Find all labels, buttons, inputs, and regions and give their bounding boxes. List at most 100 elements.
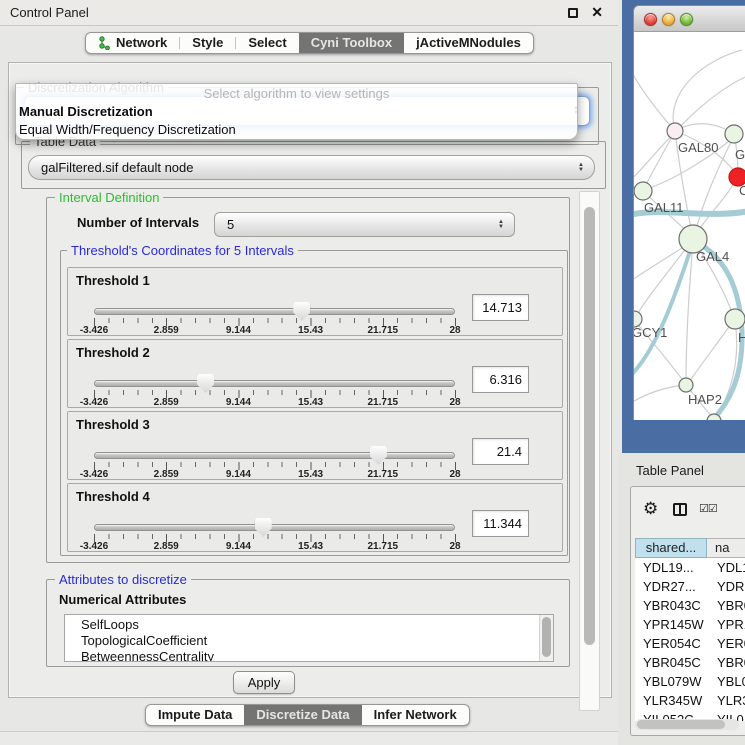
table-row[interactable]: YLR345WYLR3 — [635, 691, 745, 710]
label-gal80: GAL80 — [678, 140, 718, 155]
tab-infer-network[interactable]: Infer Network — [362, 705, 469, 725]
tab-style[interactable]: Style — [180, 33, 235, 53]
slider-tick-label: 9.144 — [226, 469, 251, 480]
close-icon[interactable]: ✕ — [591, 4, 603, 21]
popup-option-equal-width-frequency[interactable]: Equal Width/Frequency Discretization — [16, 121, 577, 139]
cyni-toolbox-panel: Discretization Algorithm ▲▼ Select algor… — [8, 62, 612, 698]
table-row[interactable]: YPR145WYPR1 — [635, 615, 745, 634]
table-horizontal-scrollbar[interactable] — [635, 719, 739, 730]
numerical-attributes-label: Numerical Attributes — [59, 592, 186, 607]
threshold-slider-track[interactable] — [94, 380, 455, 387]
columns-icon[interactable] — [673, 503, 687, 516]
table-header-row: shared... na — [635, 538, 745, 558]
attribute-list-item[interactable]: TopologicalCoefficient — [65, 633, 553, 649]
column-header-name[interactable]: na — [707, 538, 745, 558]
table-panel-area: Table Panel ⚙ ☑☑ shared... na YDL19...YD… — [618, 453, 745, 745]
table-row[interactable]: YER054CYER0 — [635, 634, 745, 653]
threshold-panel: Threshold 4-3.4262.8599.14415.4321.71528… — [67, 483, 563, 552]
threshold-value-field[interactable]: 21.4 — [472, 438, 529, 465]
attribute-list-item[interactable]: BetweennessCentrality — [65, 649, 553, 662]
panel-vertical-scrollbar[interactable] — [579, 191, 600, 711]
table-panel-title: Table Panel — [636, 463, 704, 478]
attributes-group: Attributes to discretize Numerical Attri… — [46, 579, 570, 667]
slider-tick-label: 2.859 — [154, 541, 179, 552]
cell-shared-name: YPR145W — [635, 615, 707, 634]
threshold-value-field[interactable]: 14.713 — [472, 294, 529, 321]
table-data-combobox[interactable]: galFiltered.sif default node ▲▼ — [28, 155, 595, 180]
checkbox-icons[interactable]: ☑☑ — [699, 502, 717, 515]
cell-shared-name: YDR27... — [635, 577, 707, 596]
column-header-shared-name[interactable]: shared... — [635, 538, 707, 558]
bottom-tab-bar: Impute Data Discretize Data Infer Networ… — [145, 704, 470, 726]
slider-tick-label: 21.715 — [368, 325, 399, 336]
threshold-slider-track[interactable] — [94, 452, 455, 459]
minimize-traffic-light[interactable] — [662, 13, 675, 26]
cell-shared-name: YER054C — [635, 634, 707, 653]
attributes-list-scrollbar[interactable] — [539, 615, 553, 661]
table-row[interactable]: YBR045CYBR0 — [635, 653, 745, 672]
slider-tick-label: -3.426 — [80, 469, 108, 480]
node-gal80[interactable] — [667, 123, 683, 139]
cell-name: YBR0 — [707, 596, 745, 615]
popup-placeholder-item: Select algorithm to view settings — [16, 84, 577, 103]
node-gal11[interactable] — [634, 182, 652, 200]
tab-impute-data[interactable]: Impute Data — [146, 705, 244, 725]
table-row[interactable]: YBR043CYBR0 — [635, 596, 745, 615]
slider-tick-label: 21.715 — [368, 469, 399, 480]
cell-name: YLR3 — [707, 691, 745, 710]
threshold-value-field[interactable]: 6.316 — [472, 366, 529, 393]
table-row[interactable]: YDR27...YDR2 — [635, 577, 745, 596]
table-row[interactable]: YDL19...YDL1 — [635, 558, 745, 577]
number-of-intervals-combobox[interactable]: 5 ▲▼ — [214, 212, 515, 237]
cell-shared-name: YBR045C — [635, 653, 707, 672]
slider-major-ticks — [94, 390, 456, 398]
network-canvas[interactable]: GAL80 GA C GAL11 GAL4 GCY1 H HAP2 — [634, 32, 745, 420]
network-window-titlebar[interactable] — [634, 6, 745, 32]
tab-discretize-data[interactable]: Discretize Data — [244, 705, 361, 725]
number-of-intervals-value: 5 — [227, 213, 234, 237]
table-row[interactable]: YBL079WYBL0 — [635, 672, 745, 691]
tab-select[interactable]: Select — [236, 33, 298, 53]
slider-tick-label: 9.144 — [226, 541, 251, 552]
threshold-slider-track[interactable] — [94, 308, 455, 315]
slider-tick-label: 15.43 — [298, 469, 323, 480]
slider-tick-label: 28 — [449, 325, 460, 336]
gear-icon[interactable]: ⚙ — [643, 500, 658, 517]
slider-major-ticks — [94, 462, 456, 470]
numerical-attributes-list[interactable]: SelfLoopsTopologicalCoefficientBetweenne… — [64, 614, 554, 662]
apply-button[interactable]: Apply — [233, 671, 295, 694]
label-gal4: GAL4 — [696, 249, 729, 264]
attribute-list-item[interactable]: SelfLoops — [65, 617, 553, 633]
algorithm-dropdown-popup: Select algorithm to view settings Manual… — [15, 83, 578, 140]
slider-tick-label: 9.144 — [226, 325, 251, 336]
node-hap2[interactable] — [679, 378, 693, 392]
slider-major-ticks — [94, 534, 456, 542]
threshold-panel: Threshold 2-3.4262.8599.14415.4321.71528… — [67, 339, 563, 408]
close-traffic-light[interactable] — [644, 13, 657, 26]
tab-jactivemnodules[interactable]: jActiveMNodules — [404, 33, 533, 53]
bottom-strip — [0, 731, 618, 745]
label-ga: GA — [735, 147, 745, 162]
node-table: shared... na YDL19...YDL1YDR27...YDR2YBR… — [635, 538, 745, 721]
table-panel: ⚙ ☑☑ shared... na YDL19...YDL1YDR27...YD… — [630, 486, 745, 736]
tab-jactivemnodules-label: jActiveMNodules — [416, 33, 521, 53]
cell-name: YBL0 — [707, 672, 745, 691]
cell-shared-name: YDL19... — [635, 558, 707, 577]
table-data-combobox-value: galFiltered.sif default node — [41, 156, 193, 180]
threshold-value-field[interactable]: 11.344 — [472, 510, 529, 537]
cell-shared-name: YBL079W — [635, 672, 707, 691]
node-h[interactable] — [725, 309, 745, 329]
combo-arrows-icon: ▲▼ — [498, 220, 504, 230]
control-panel: Control Panel ✕ Network Style Select Cyn… — [0, 0, 618, 745]
threshold-label: Threshold 1 — [76, 273, 150, 288]
node-ga[interactable] — [725, 125, 743, 143]
tab-cyni-toolbox[interactable]: Cyni Toolbox — [299, 33, 404, 53]
zoom-traffic-light[interactable] — [680, 13, 693, 26]
tab-select-label: Select — [248, 33, 286, 53]
threshold-slider-track[interactable] — [94, 524, 455, 531]
float-window-icon[interactable] — [568, 8, 578, 18]
tab-network[interactable]: Network — [86, 33, 179, 53]
slider-tick-label: 15.43 — [298, 325, 323, 336]
combo-arrows-icon: ▲▼ — [578, 163, 584, 173]
popup-option-manual-discretization[interactable]: Manual Discretization — [16, 103, 577, 121]
